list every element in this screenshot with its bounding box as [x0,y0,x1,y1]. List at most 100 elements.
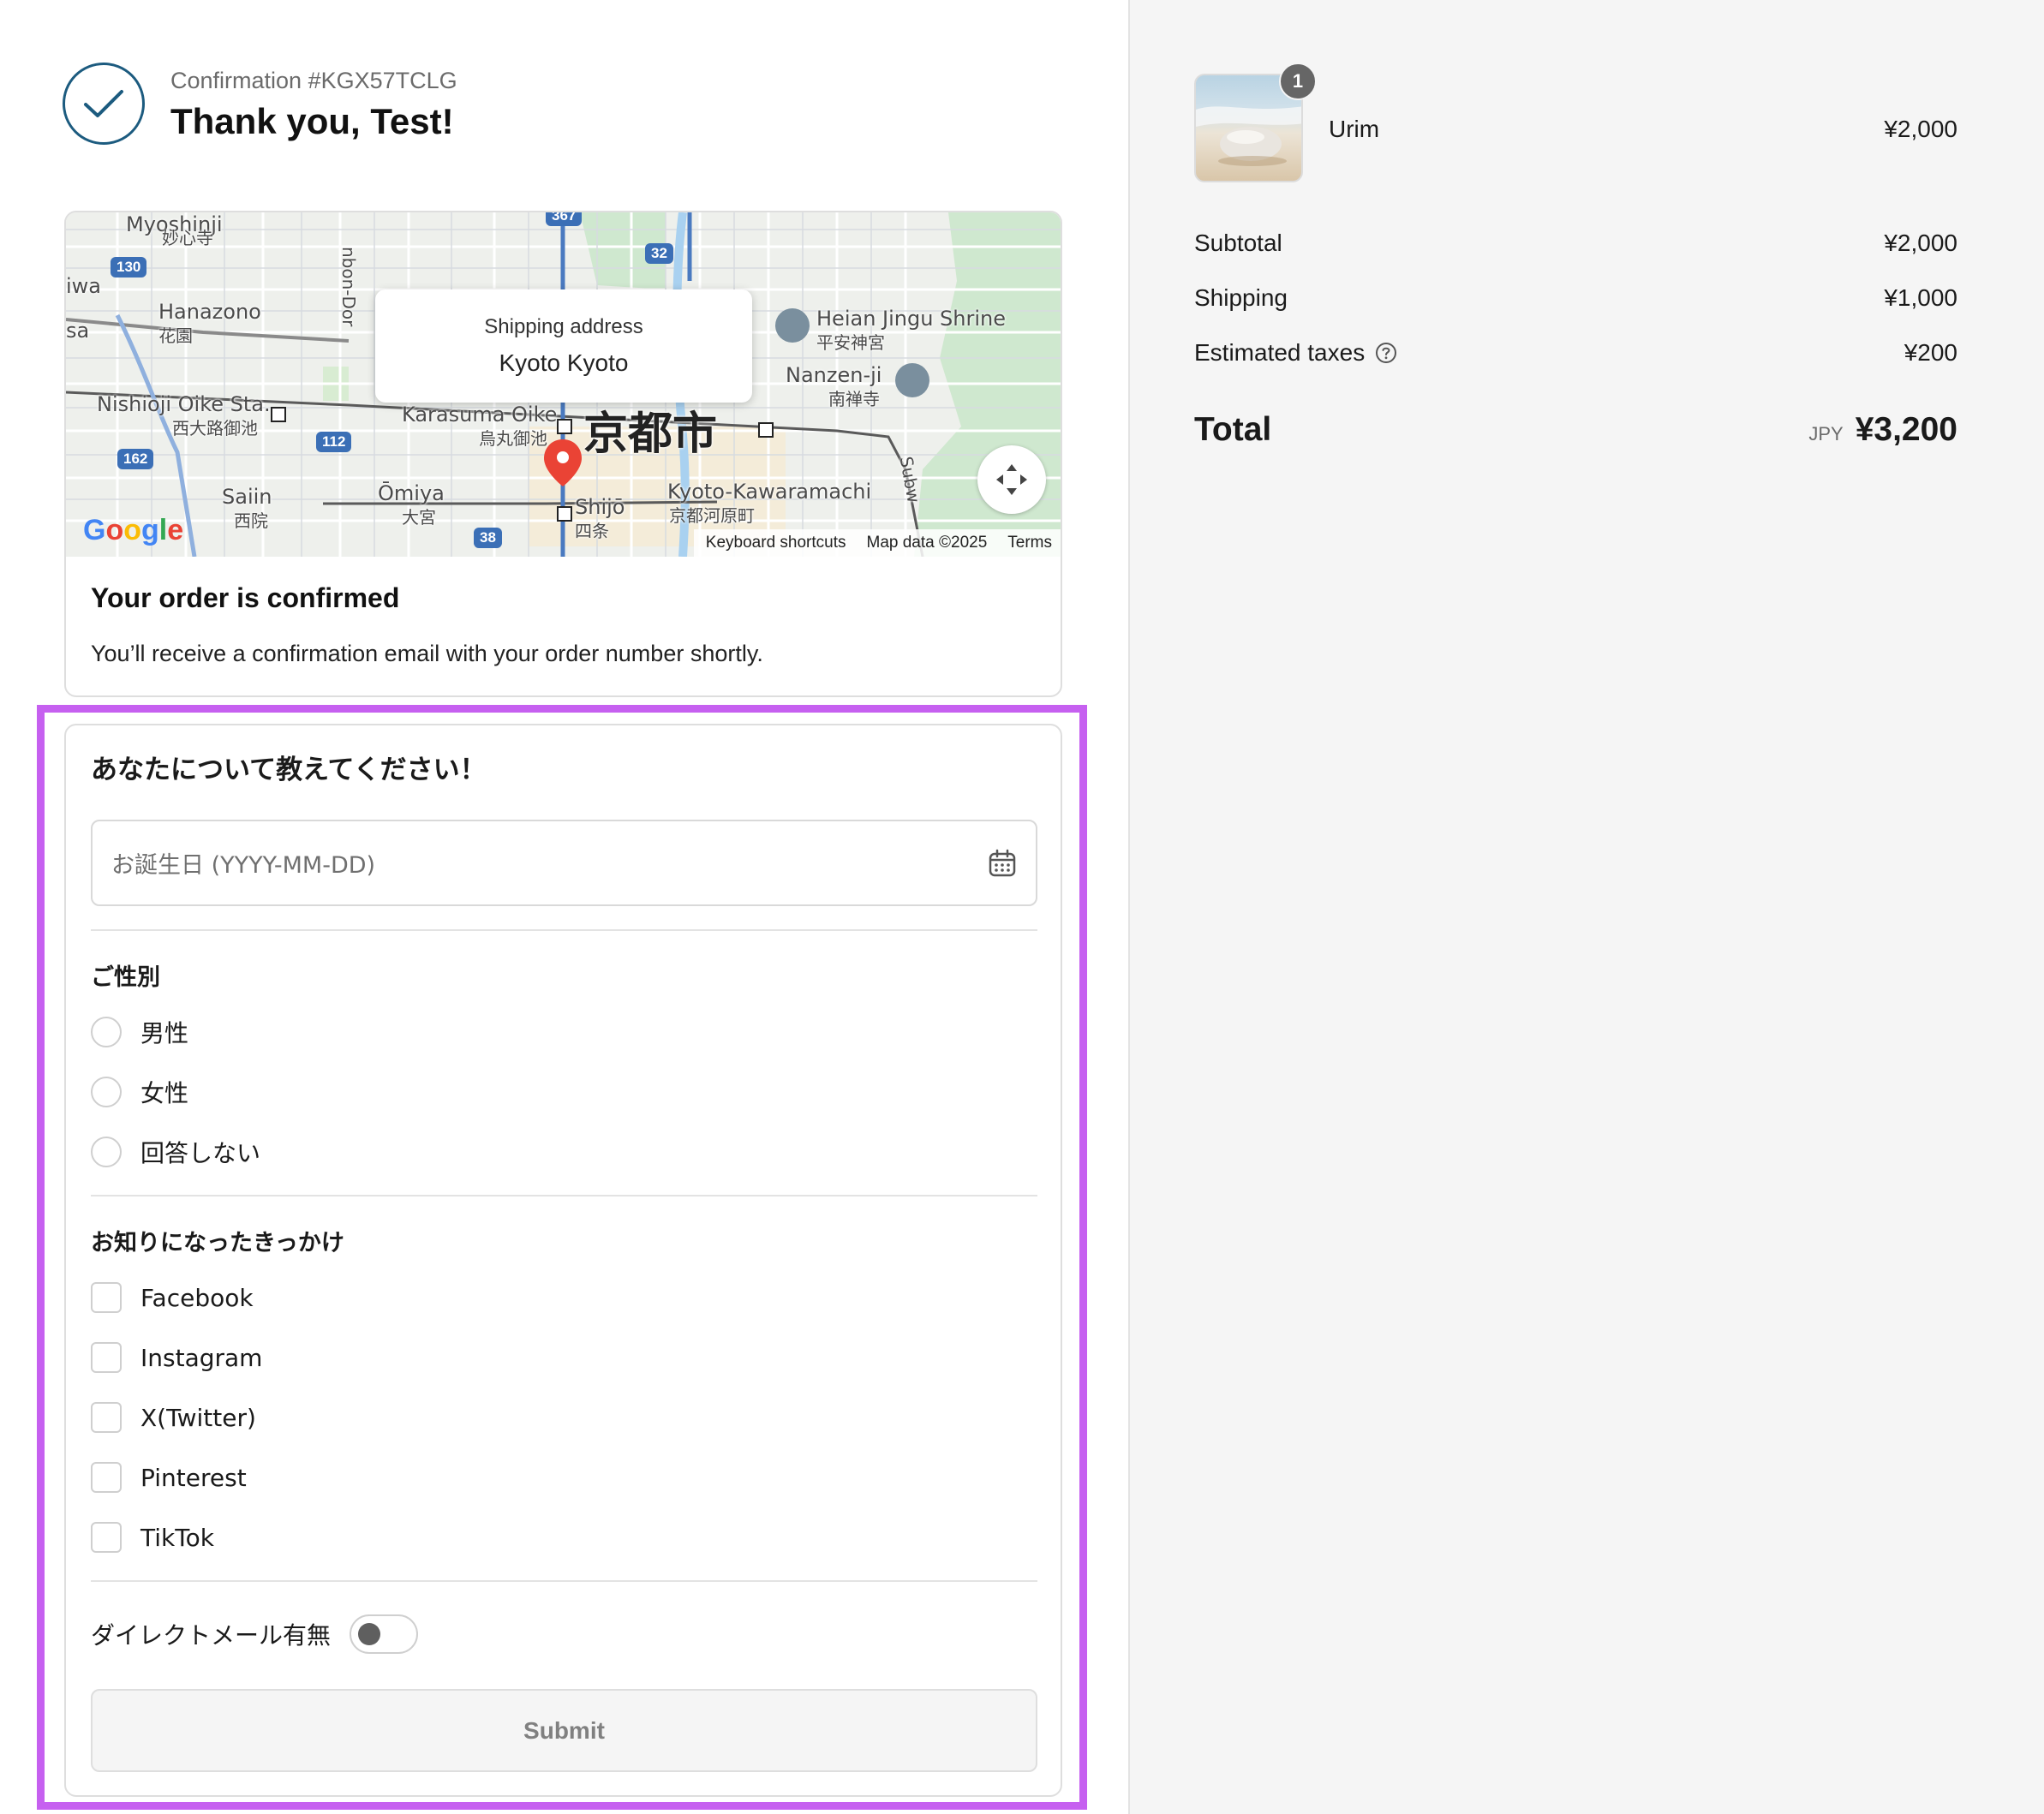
map-label-kawaramachi: Kyoto-Kawaramachi [667,480,872,504]
source-option-twitter[interactable]: X(Twitter) [91,1400,256,1435]
source-option-instagram[interactable]: Instagram [91,1340,262,1375]
map-label-karasuma-jp: 烏丸御池 [479,428,547,449]
form-title: あなたについて教えてください！ [91,755,487,785]
map-label-iwa: iwa [66,274,102,298]
source-option-label: Facebook [140,1283,254,1312]
shipping-address-label: Shipping address [484,315,643,338]
map-label-heian: Heian Jingu Shrine [816,307,1007,331]
map-label-shijo-jp: 四条 [575,521,609,541]
gender-option-no-answer[interactable]: 回答しない [91,1135,260,1169]
map-label-saiin-jp: 西院 [234,510,268,531]
total-label: Total [1194,411,1272,448]
birthday-placeholder: お誕生日 (YYYY-MM-DD) [111,852,376,879]
birthday-input[interactable]: お誕生日 (YYYY-MM-DD) [91,820,1037,906]
divider [91,929,1037,931]
google-logo: Google [83,514,184,546]
road-shield-112: 112 [316,432,352,452]
source-option-label: Instagram [140,1343,263,1372]
subtotal-label: Subtotal [1194,230,1282,256]
radio-button[interactable] [91,1137,122,1167]
main-panel: Confirmation #KGX57TCLG Thank you, Test! [0,0,1128,1814]
map-label-sa: sa [66,319,90,343]
map-label-nishioji: Nishioji Oike Sta. [97,392,271,416]
check-circle-icon [63,63,145,145]
map-card: Myoshinji 妙心寺 iwa sa Hanazono 花園 Nishioj… [64,211,1062,697]
fullscreen-button[interactable] [977,445,1046,514]
map-label-nanzenji-jp: 南禅寺 [828,389,880,409]
map-data-text: Map data ©2025 [866,534,988,552]
map-label-kyoto-city: 京都市 [583,409,718,460]
map-label-road: nbon-Dor [338,247,359,327]
road-shield-162: 162 [117,449,154,469]
order-summary-panel: 1 Urim ¥2,000 Subtotal ¥2,000 Shipping ¥… [1128,0,2044,1814]
source-option-pinterest[interactable]: Pinterest [91,1460,247,1495]
help-icon[interactable] [1375,342,1397,364]
checkbox[interactable] [91,1342,122,1373]
checkbox[interactable] [91,1462,122,1493]
gender-option-female[interactable]: 女性 [91,1075,188,1109]
checkbox[interactable] [91,1402,122,1433]
order-confirmed-title: Your order is confirmed [91,582,400,613]
map-label-myoshinji-jp: 妙心寺 [162,228,213,248]
gender-option-label: 男性 [140,1019,189,1047]
map-label-kawaramachi-jp: 京都河原町 [669,505,755,526]
total-amount: JPY ¥3,200 [1808,411,1957,449]
item-price: ¥2,000 [1884,116,1957,142]
keyboard-shortcuts-link[interactable]: Keyboard shortcuts [706,534,846,552]
direct-mail-label: ダイレクトメール有無 [91,1621,332,1650]
item-name: Urim [1329,116,1380,142]
submit-button[interactable]: Submit [91,1689,1037,1772]
taxes-label: Estimated taxes [1194,339,1397,367]
shipping-map[interactable]: Myoshinji 妙心寺 iwa sa Hanazono 花園 Nishioj… [66,212,1061,557]
shipping-address-popup: Shipping address Kyoto Kyoto [375,289,752,403]
total-value: ¥3,200 [1855,411,1957,448]
order-confirmed-text: You’ll receive a confirmation email with… [91,641,763,666]
road-shield-130: 130 [111,257,147,277]
gender-option-label: 女性 [140,1079,189,1107]
map-label-nanzenji: Nanzen-ji [786,363,882,387]
map-label-hanazono-jp: 花園 [158,325,193,346]
quantity-badge: 1 [1279,63,1317,100]
radio-button[interactable] [91,1017,122,1047]
map-label-shijo: Shijō [575,495,625,519]
expand-arrows-icon [996,464,1027,495]
map-label-omiya-jp: 大宮 [402,507,436,528]
road-shield-32: 32 [645,243,673,264]
source-title: お知りになったきっかけ [91,1230,344,1256]
source-option-facebook[interactable]: Facebook [91,1280,254,1315]
map-label-karasuma: Karasuma Oike [402,403,558,427]
road-shield-367: 367 [546,212,583,226]
checkbox[interactable] [91,1282,122,1313]
direct-mail-toggle[interactable] [350,1614,419,1654]
checkbox[interactable] [91,1522,122,1553]
page-title: Thank you, Test! [170,101,454,141]
shipping-value: ¥1,000 [1884,284,1957,311]
gender-option-label: 回答しない [140,1139,261,1167]
source-option-label: TikTok [140,1523,214,1552]
divider [91,1195,1037,1196]
map-label-nishioji-jp: 西大路御池 [172,418,258,439]
road-shield-38: 38 [474,528,502,548]
survey-form: あなたについて教えてください！ お誕生日 (YYYY-MM-DD) ご性別 男性… [64,724,1062,1797]
shipping-label: Shipping [1194,284,1288,311]
divider [91,1580,1037,1582]
direct-mail-row: ダイレクトメール有無 [91,1614,419,1654]
gender-title: ご性別 [91,964,160,991]
radio-button[interactable] [91,1077,122,1107]
terms-link[interactable]: Terms [1007,534,1052,552]
confirmation-number: Confirmation #KGX57TCLG [170,68,457,93]
map-label-saiin: Saiin [222,485,272,509]
map-label-omiya: Ōmiya [378,481,445,505]
source-option-label: Pinterest [140,1463,247,1492]
gender-option-male[interactable]: 男性 [91,1015,188,1049]
shipping-address-value: Kyoto Kyoto [499,349,629,376]
map-footer: Keyboard shortcuts Map data ©2025 Terms [693,529,1061,557]
toggle-knob [358,1623,381,1645]
calendar-icon[interactable] [988,849,1017,878]
map-label-hanazono: Hanazono [158,300,261,324]
subtotal-value: ¥2,000 [1884,230,1957,256]
total-currency: JPY [1808,423,1844,445]
source-option-label: X(Twitter) [140,1403,256,1432]
source-option-tiktok[interactable]: TikTok [91,1520,214,1554]
map-label-heian-jp: 平安神宮 [816,332,885,353]
